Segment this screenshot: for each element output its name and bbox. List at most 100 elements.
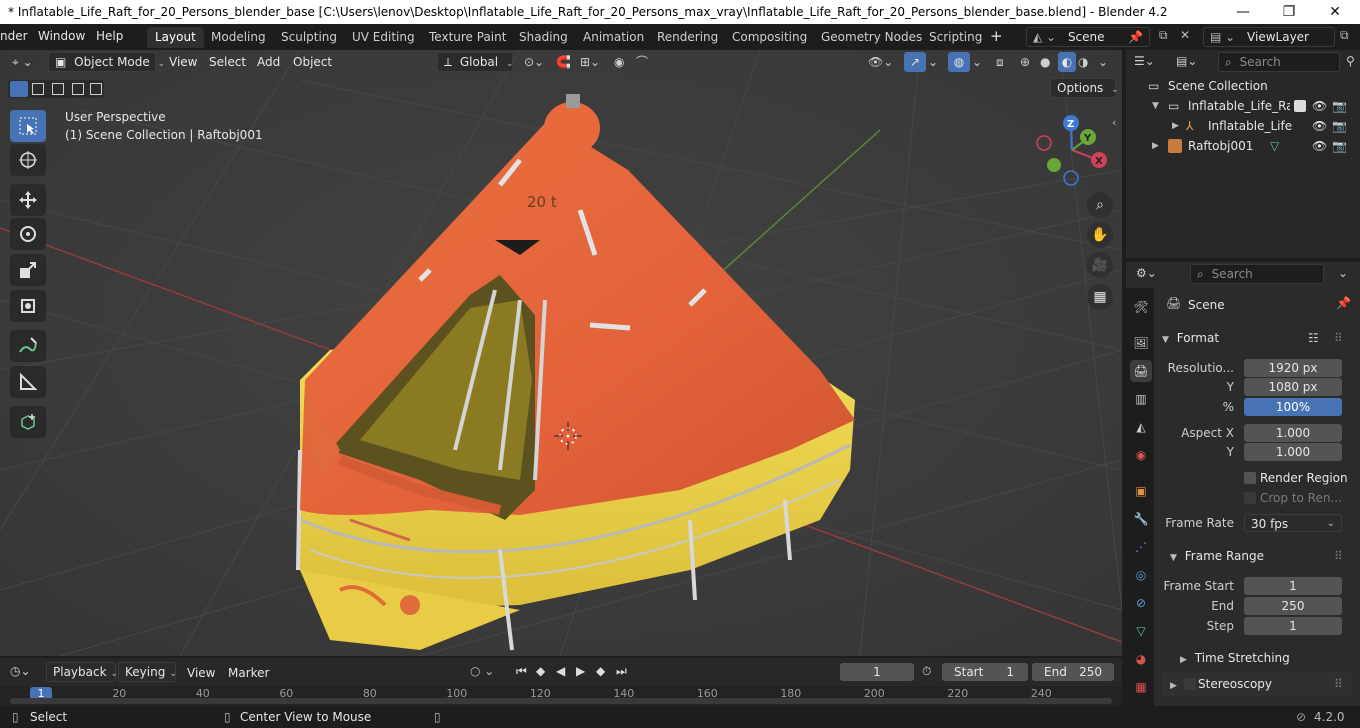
pivot-icon[interactable]: ⊙⌄ <box>524 52 544 72</box>
render-camera-icon[interactable]: 📷 <box>1332 116 1347 136</box>
render-region-checkbox[interactable] <box>1244 472 1256 484</box>
expand-right-icon[interactable]: ▶ <box>1172 116 1179 136</box>
select-new-icon[interactable] <box>10 81 28 97</box>
select-subtract-icon[interactable] <box>52 83 64 95</box>
tab-compositing[interactable]: Compositing <box>724 27 815 48</box>
tab-texture[interactable]: ▦ <box>1130 676 1152 698</box>
eye-icon[interactable]: 👁 <box>1312 136 1327 156</box>
frame-start-field[interactable]: 1 <box>1244 577 1342 595</box>
timeline-view-menu[interactable]: View <box>187 663 215 683</box>
filter-icon[interactable]: ⚲ <box>1346 54 1355 68</box>
tab-shading[interactable]: Shading <box>511 27 576 48</box>
auto-keying-icon[interactable]: ○ ⌄ <box>470 664 494 678</box>
tab-constraints[interactable]: ⊘ <box>1130 592 1152 614</box>
mesh-data-icon[interactable]: ▽ <box>1270 136 1279 156</box>
playback-menu[interactable]: Playback ⌄ <box>46 662 118 682</box>
editor-type-icon[interactable]: ⌖ ⌄ <box>12 52 33 72</box>
viewlayer-selector[interactable]: ▤ ⌄ ViewLayer <box>1203 27 1335 47</box>
select-extend-icon[interactable] <box>32 83 44 95</box>
tab-modifiers[interactable]: 🔧 <box>1130 508 1152 530</box>
gizmo-dropdown-icon[interactable]: ⌄ <box>928 52 938 72</box>
overlays-icon[interactable]: ◍ <box>948 52 970 72</box>
annotate-tool[interactable] <box>10 330 46 362</box>
tab-sculpting[interactable]: Sculpting <box>273 27 345 48</box>
transform-tool[interactable] <box>10 290 46 322</box>
overlays-dropdown-icon[interactable]: ⌄ <box>972 52 982 72</box>
tab-particles[interactable]: ⋰ <box>1130 536 1152 558</box>
stereoscopy-panel-header[interactable]: ▶ Stereoscopy ⠿ <box>1162 672 1352 696</box>
eye-icon[interactable]: 👁 <box>1312 96 1327 116</box>
outliner-row-scene-collection[interactable]: ▭ Scene Collection <box>1126 76 1360 96</box>
jump-start-icon[interactable]: ⏮ <box>516 664 527 679</box>
move-tool[interactable] <box>10 184 46 216</box>
timeline-editor-icon[interactable]: ◷⌄ <box>10 664 31 678</box>
tab-world[interactable]: ◉ <box>1130 444 1152 466</box>
resolution-x-field[interactable]: 1920 px <box>1244 359 1342 377</box>
proportional-edit-icon[interactable]: ◉ <box>614 52 624 72</box>
tab-animation[interactable]: Animation <box>575 27 652 48</box>
tab-texture-paint[interactable]: Texture Paint <box>421 27 514 48</box>
expand-down-icon[interactable]: ▼ <box>1152 96 1159 116</box>
tab-tool[interactable]: 🛠 <box>1130 296 1152 318</box>
timeline-scrollbar[interactable] <box>10 698 1112 704</box>
wireframe-shading-icon[interactable]: ⊕ <box>1020 52 1030 72</box>
tab-material[interactable]: ◕ <box>1130 648 1152 670</box>
cursor-tool[interactable] <box>10 144 46 176</box>
3d-viewport[interactable]: 20 t X Y Z ⌖ ⌄ ▣ Object Mode ⌄ View Sele… <box>0 50 1122 656</box>
exclude-checkbox[interactable] <box>1294 100 1306 112</box>
menu-add[interactable]: Add <box>257 52 280 72</box>
prev-keyframe-icon[interactable]: ◆ <box>536 664 545 678</box>
drag-handle-icon[interactable]: ⠿ <box>1334 672 1343 696</box>
visibility-icon[interactable]: 👁⌄ <box>868 52 893 72</box>
tab-view-layer[interactable]: ▥ <box>1130 388 1152 410</box>
add-cube-tool[interactable] <box>10 406 46 438</box>
options-dropdown[interactable]: Options ⌄ <box>1050 78 1119 98</box>
minimize-button[interactable]: — <box>1220 0 1266 24</box>
menu-help[interactable]: Help <box>96 29 123 43</box>
drag-handle-icon[interactable]: ⠿ <box>1334 326 1343 350</box>
frame-end-field[interactable]: 250 <box>1244 597 1342 615</box>
time-stretching-subpanel[interactable]: ▶ Time Stretching <box>1180 648 1290 668</box>
outliner-row-empty[interactable]: ▶ ⅄ Inflatable_Life_ 👁 📷 <box>1126 116 1360 136</box>
play-icon[interactable]: ▶ <box>576 664 585 678</box>
next-keyframe-icon[interactable]: ◆ <box>596 664 605 678</box>
menu-render[interactable]: nder <box>0 29 28 43</box>
tab-scene[interactable]: ◭ <box>1130 416 1152 438</box>
frame-step-field[interactable]: 1 <box>1244 617 1342 635</box>
eye-icon[interactable]: 👁 <box>1312 116 1327 136</box>
tab-object[interactable]: ▣ <box>1130 480 1152 502</box>
aspect-y-field[interactable]: 1.000 <box>1244 443 1342 461</box>
current-frame-field[interactable]: 1 <box>840 663 914 681</box>
properties-search-input[interactable]: ⌕ Search <box>1190 264 1324 284</box>
display-mode-icon[interactable]: ▤⌄ <box>1176 54 1197 68</box>
perspective-toggle-button[interactable]: ▦ <box>1087 284 1113 310</box>
presets-list-icon[interactable]: ☷ <box>1308 326 1319 350</box>
frame-range-panel-header[interactable]: ▼ Frame Range ⠿ <box>1162 544 1352 568</box>
tab-geometry-nodes[interactable]: Geometry Nodes <box>813 27 930 48</box>
scene-selector[interactable]: ◭ ⌄ Scene 📌 <box>1026 27 1150 47</box>
keying-menu[interactable]: Keying ⌄ <box>118 662 177 682</box>
solid-shading-icon[interactable]: ● <box>1040 52 1050 72</box>
outliner-search-input[interactable]: ⌕ Search <box>1218 52 1340 72</box>
select-intersect-icon[interactable] <box>90 83 102 95</box>
start-frame-field[interactable]: Start 1 <box>942 663 1028 681</box>
gizmo-toggle-icon[interactable]: ↗ <box>904 52 926 72</box>
snap-target-icon[interactable]: ⊞⌄ <box>580 52 600 72</box>
outliner-row-collection[interactable]: ▼ ▭ Inflatable_Life_Raft 👁 📷 <box>1126 96 1360 116</box>
new-viewlayer-icon[interactable]: ⧉ <box>1340 28 1349 43</box>
falloff-icon[interactable]: ⌒ <box>636 52 648 72</box>
pan-button[interactable]: ✋ <box>1087 222 1113 248</box>
maximize-button[interactable]: ❐ <box>1266 0 1312 24</box>
material-shading-icon[interactable]: ◐ <box>1058 52 1076 72</box>
tab-data[interactable]: ▽ <box>1130 620 1152 642</box>
close-button[interactable]: ✕ <box>1312 0 1358 24</box>
select-difference-icon[interactable] <box>72 83 84 95</box>
render-camera-icon[interactable]: 📷 <box>1332 136 1347 156</box>
stereoscopy-checkbox[interactable] <box>1184 678 1196 690</box>
timeline-marker-menu[interactable]: Marker <box>228 663 269 683</box>
frame-rate-dropdown[interactable]: 30 fps ⌄ <box>1244 514 1342 532</box>
aspect-x-field[interactable]: 1.000 <box>1244 424 1342 442</box>
tab-modeling[interactable]: Modeling <box>203 27 274 48</box>
tab-output[interactable]: 🖨 <box>1130 360 1152 382</box>
zoom-button[interactable]: ⌕ <box>1087 192 1113 218</box>
